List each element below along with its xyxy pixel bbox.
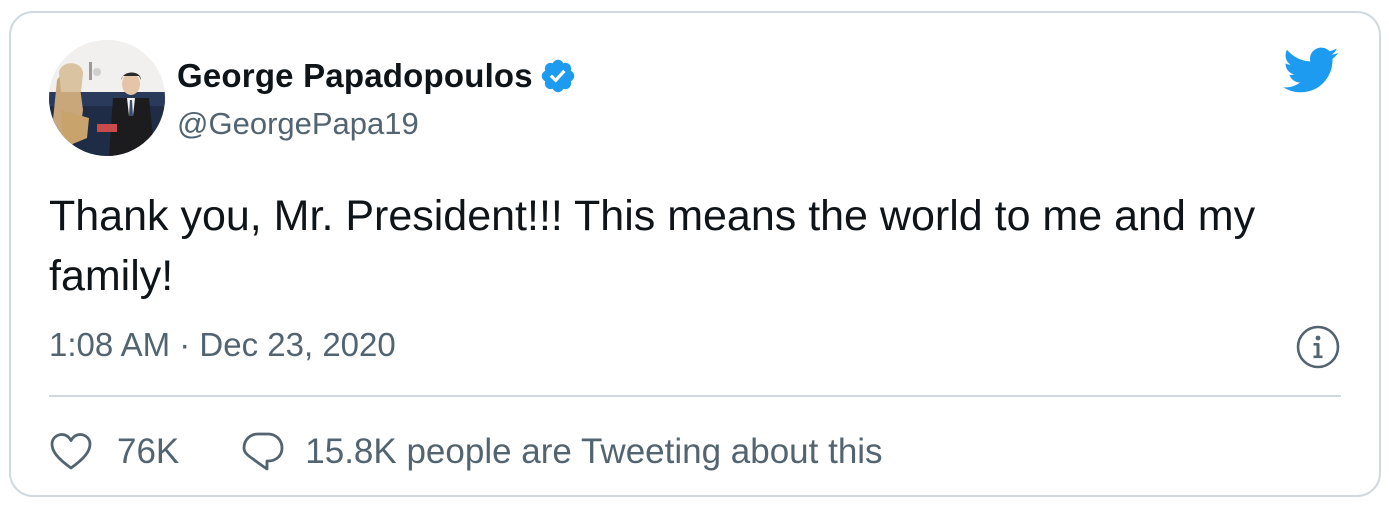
- conversation-text[interactable]: 15.8K people are Tweeting about this: [305, 432, 882, 472]
- author-display-name[interactable]: George Papadopoulos: [177, 57, 533, 95]
- tweet-time[interactable]: 1:08 AM: [49, 326, 170, 363]
- tweet-card: George Papadopoulos @GeorgePapa19 Thank …: [9, 11, 1381, 497]
- timestamp-separator: ·: [179, 326, 191, 363]
- author-handle[interactable]: @GeorgePapa19: [177, 106, 419, 142]
- verified-badge-icon: [539, 57, 577, 95]
- engagement-bar: 76K 15.8K people are Tweeting about this: [49, 427, 883, 477]
- author-name-row[interactable]: George Papadopoulos: [177, 54, 577, 98]
- speech-bubble-icon[interactable]: [241, 431, 285, 473]
- like-count[interactable]: 76K: [117, 432, 179, 472]
- avatar-photo: [49, 40, 165, 156]
- like-action[interactable]: 76K: [49, 432, 179, 472]
- heart-icon[interactable]: [49, 432, 93, 472]
- author-avatar[interactable]: [49, 40, 165, 156]
- twitter-bird-icon[interactable]: [1281, 45, 1339, 95]
- tweet-text: Thank you, Mr. President!!! This means t…: [49, 192, 1256, 300]
- tweet-timestamp[interactable]: 1:08 AM · Dec 23, 2020: [49, 326, 396, 364]
- tweet-date[interactable]: Dec 23, 2020: [199, 326, 395, 363]
- divider: [49, 395, 1341, 397]
- conversation-action[interactable]: 15.8K people are Tweeting about this: [241, 431, 883, 473]
- info-icon[interactable]: [1295, 324, 1341, 370]
